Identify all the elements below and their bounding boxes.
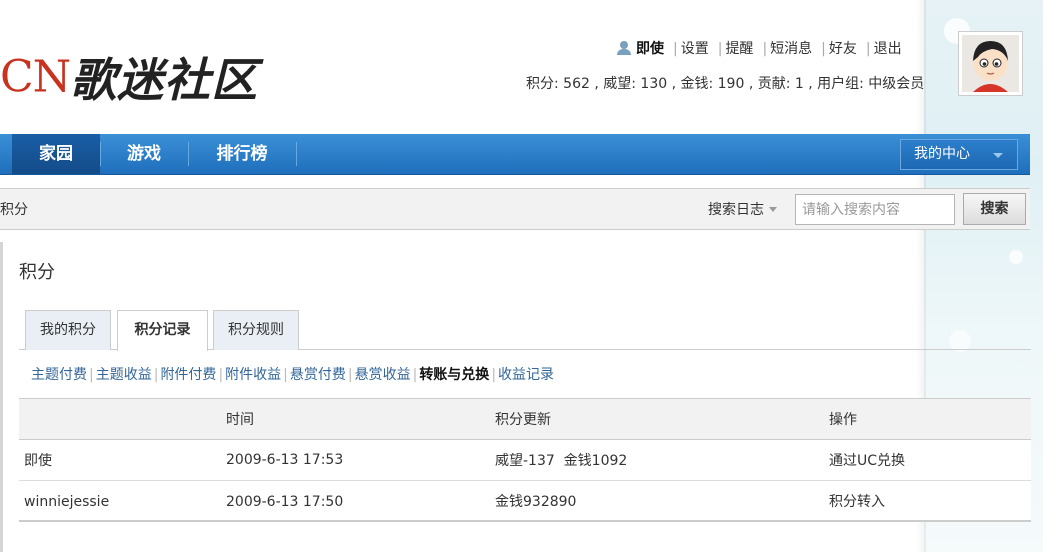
subnav-topic-pay[interactable]: 主题付费 (31, 367, 87, 383)
main-nav-bar: 家园 游戏 排行榜 (0, 134, 1030, 175)
row-operation: 积分转入 (829, 494, 885, 510)
logo-latin-text: CN (0, 51, 71, 103)
site-logo[interactable]: CN歌迷社区 (0, 44, 259, 108)
subnav-reward-income[interactable]: 悬赏收益 (355, 367, 411, 383)
subnav-attachment-income[interactable]: 附件收益 (225, 367, 281, 383)
nav-item-home[interactable]: 家园 (12, 134, 100, 174)
search-scope-dropdown[interactable]: 搜索日志 (708, 199, 777, 219)
avatar[interactable] (958, 31, 1023, 96)
settings-link[interactable]: 设置 (681, 41, 709, 57)
header-time: 时间 (226, 412, 254, 428)
row-user[interactable]: winniejessie (24, 494, 109, 510)
avatar-cartoon-icon (962, 35, 1019, 92)
header-operation: 操作 (829, 412, 857, 428)
breadcrumb[interactable]: 积分 (0, 199, 28, 219)
user-stats: 积分: 562 , 威望: 130 , 金钱: 190 , 贡献: 1 , 用户… (526, 76, 925, 92)
records-subnav: 主题付费 | 主题收益 | 附件付费 | 附件收益 | 悬赏付费 | 悬赏收益 | 转账与兑换 | 收益记录 (31, 367, 555, 383)
search-button[interactable]: 搜索 (963, 193, 1026, 225)
row-points-update: 金钱932890 (495, 494, 577, 510)
header-points-update: 积分更新 (495, 412, 551, 428)
username-link[interactable]: 即使 (636, 41, 664, 57)
nav-item-rankings[interactable]: 排行榜 (189, 134, 295, 174)
user-links: 即使 | 设置 | 提醒 | 短消息 | 好友 | 退出 (616, 38, 902, 58)
table-row: 即使 2009-6-13 17:53 威望-137 金钱1092 通过UC兑换 (19, 440, 1031, 481)
row-time: 2009-6-13 17:53 (226, 452, 344, 468)
points-records-table: 时间 积分更新 操作 即使 2009-6-13 17:53 威望-137 金钱1… (19, 398, 1031, 522)
my-center-dropdown[interactable]: 我的中心 (900, 139, 1018, 170)
table-header: 时间 积分更新 操作 (19, 398, 1031, 440)
friends-link[interactable]: 好友 (829, 41, 857, 57)
tab-points-records[interactable]: 积分记录 (117, 310, 208, 351)
messages-link[interactable]: 短消息 (770, 41, 812, 57)
my-center-label: 我的中心 (914, 146, 970, 162)
row-points-update: 威望-137 金钱1092 (495, 453, 628, 469)
tab-strip: 我的积分 积分记录 积分规则 (19, 310, 1031, 351)
chevron-down-icon (993, 153, 1003, 158)
nav-item-games[interactable]: 游戏 (101, 134, 187, 174)
logo-cjk-text: 歌迷社区 (70, 53, 259, 107)
tab-my-points[interactable]: 我的积分 (25, 310, 111, 350)
subnav-income-records[interactable]: 收益记录 (498, 367, 554, 383)
subnav-transfer-exchange[interactable]: 转账与兑换 (419, 367, 489, 383)
notifications-link[interactable]: 提醒 (725, 41, 753, 57)
table-row: winniejessie 2009-6-13 17:50 金钱932890 积分… (19, 481, 1031, 522)
row-time: 2009-6-13 17:50 (226, 494, 344, 510)
subnav-topic-income[interactable]: 主题收益 (96, 367, 152, 383)
row-user[interactable]: 即使 (24, 450, 52, 470)
search-scope-label: 搜索日志 (708, 202, 764, 218)
content-panel-border (0, 242, 3, 552)
user-icon (616, 41, 632, 55)
logout-link[interactable]: 退出 (874, 41, 902, 57)
row-operation: 通过UC兑换 (829, 453, 906, 469)
subnav-reward-pay[interactable]: 悬赏付费 (290, 367, 346, 383)
caret-down-icon (769, 207, 777, 212)
breadcrumb-search-bar: 积分 搜索日志 搜索 (0, 188, 1030, 230)
page-title: 积分 (19, 262, 55, 283)
subnav-attachment-pay[interactable]: 附件付费 (160, 367, 216, 383)
tab-points-rules[interactable]: 积分规则 (213, 310, 299, 350)
search-input[interactable] (795, 194, 955, 225)
